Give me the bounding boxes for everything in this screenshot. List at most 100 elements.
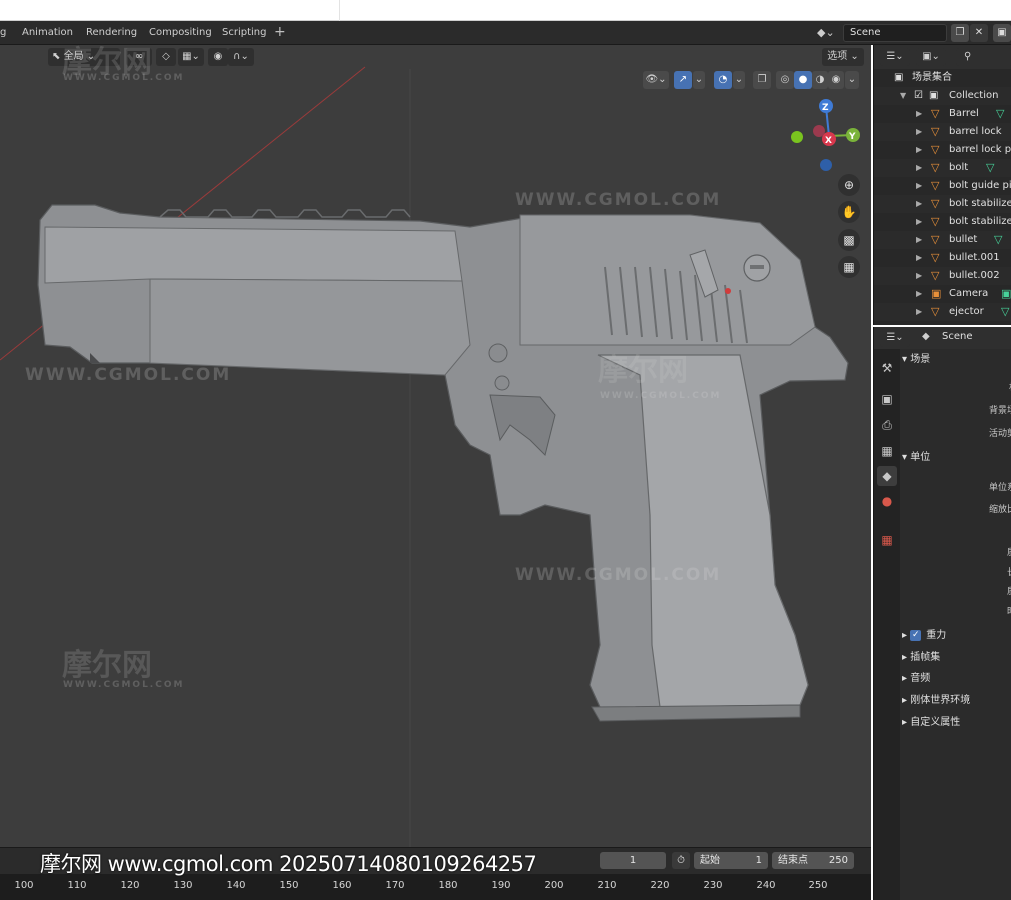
snap-icon[interactable]: ◇	[156, 48, 176, 66]
overlay-dropdown-icon[interactable]: ⌄	[733, 71, 745, 89]
current-frame-field[interactable]: 1	[600, 852, 666, 869]
start-frame-field[interactable]: 起始 1	[694, 852, 768, 869]
list-item[interactable]: ▶ ▽ bolt stabilizer	[874, 195, 1011, 213]
tab-tool-icon[interactable]: ⚒	[877, 358, 897, 378]
list-item[interactable]: ▶ ▽ bolt ▽	[874, 159, 1011, 177]
new-scene-icon[interactable]: ❐	[951, 24, 969, 42]
expand-arrow-icon[interactable]: ▶	[916, 141, 922, 159]
add-workspace-button[interactable]: +	[274, 24, 286, 42]
outliner-root[interactable]: ▣ 场景集合	[874, 69, 1011, 87]
tab-world-icon[interactable]: ●	[877, 491, 897, 511]
list-item[interactable]: ▶ ▽ bullet.002	[874, 267, 1011, 285]
navigation-gizmo[interactable]: Z Y X	[791, 99, 860, 171]
frame-tick: 190	[491, 880, 511, 891]
panel-units[interactable]: ▾ 单位	[902, 448, 930, 468]
list-item[interactable]: ▶ ▽ bullet.001	[874, 249, 1011, 267]
frame-tick: 160	[332, 880, 352, 891]
tab-view-layer-icon[interactable]: ▦	[877, 441, 897, 461]
expand-arrow-icon[interactable]: ▶	[916, 195, 922, 213]
expand-arrow-icon[interactable]: ▶	[916, 249, 922, 267]
overlay-toggle-icon[interactable]: ◔	[714, 71, 732, 89]
3d-viewport[interactable]: Z Y X ⬉ 全局 ⌄ ∞ ◇ ▦⌄ ◉ ∩⌄ 选项 ⌄ 👁⌄ ↗ ⌄ ◔ ⌄…	[0, 45, 871, 847]
material-shading-icon[interactable]: ◑	[812, 71, 828, 89]
panel-custom-properties[interactable]: ▸ 自定义属性	[902, 713, 960, 733]
solid-shading-icon[interactable]: ●	[794, 71, 812, 89]
outliner-collection[interactable]: ▼ ☑ ▣ Collection	[874, 87, 1011, 105]
expand-arrow-icon[interactable]: ▶	[916, 177, 922, 195]
tab-scene-icon[interactable]: ◆	[877, 466, 897, 486]
tab-scripting[interactable]: Scripting	[216, 24, 272, 42]
gizmo-neg-x-icon[interactable]	[813, 125, 825, 137]
gizmo-dropdown-icon[interactable]: ⌄	[693, 71, 705, 89]
tab-rendering[interactable]: Rendering	[80, 24, 143, 42]
filter-icon[interactable]: ▣⌄	[916, 48, 946, 66]
panel-rigid-body[interactable]: ▸ 刚体世界环境	[902, 691, 970, 711]
list-item[interactable]: ▶ ▽ Barrel ▽	[874, 105, 1011, 123]
panel-audio[interactable]: ▸ 音频	[902, 669, 930, 689]
gizmo-neg-z-icon[interactable]	[820, 159, 832, 171]
view-layer-icon[interactable]: ▣	[993, 24, 1011, 42]
collapse-arrow-icon: ▸	[902, 652, 908, 663]
list-item[interactable]: ▶ ▽ bolt guide pin	[874, 177, 1011, 195]
gizmo-neg-y-icon[interactable]	[791, 131, 803, 143]
list-item[interactable]: ▶ ▽ bolt stabilizer	[874, 213, 1011, 231]
zoom-icon[interactable]: ⊕	[838, 174, 860, 196]
list-item[interactable]: ▶ ▽ barrel lock pin	[874, 141, 1011, 159]
tab-output-icon[interactable]: ⎙	[877, 415, 897, 435]
list-item-label: barrel lock pin	[949, 144, 1011, 155]
options-dropdown[interactable]: 选项 ⌄	[822, 48, 864, 66]
expand-arrow-icon[interactable]: ▶	[916, 231, 922, 249]
mesh-object-icon: ▽	[931, 215, 940, 228]
scene-icon[interactable]: ◆⌄	[817, 25, 839, 41]
expand-arrow-icon[interactable]: ▶	[916, 159, 922, 177]
tab-texture-icon[interactable]: ▦	[877, 530, 897, 550]
expand-arrow-icon[interactable]: ▶	[916, 213, 922, 231]
pan-hand-icon[interactable]: ✋	[838, 201, 860, 223]
camera-view-icon[interactable]: ▩	[838, 229, 860, 251]
xray-icon[interactable]: ❐	[753, 71, 771, 89]
scene-name-field[interactable]: Scene	[843, 24, 947, 42]
list-item-label: ejector	[949, 306, 984, 317]
gizmo-z-label: Z	[822, 103, 829, 113]
panel-gravity[interactable]: ▸ ✓ 重力	[902, 626, 946, 646]
expand-arrow-icon[interactable]: ▶	[916, 303, 922, 321]
tab-render-icon[interactable]: ▣	[877, 389, 897, 409]
snap-target-icon[interactable]: ▦⌄	[178, 48, 204, 66]
list-item[interactable]: ▶ ▽ barrel lock	[874, 123, 1011, 141]
rendered-shading-icon[interactable]: ◉	[828, 71, 844, 89]
checkbox-icon[interactable]: ☑	[914, 87, 923, 105]
list-item-label: Barrel	[949, 108, 979, 119]
expand-arrow-icon[interactable]: ▶	[916, 123, 922, 141]
gravity-checkbox[interactable]: ✓	[910, 629, 922, 641]
tab-layout[interactable]: g	[0, 24, 12, 42]
mesh-object-icon: ▽	[931, 305, 940, 318]
panel-scene[interactable]: ▾ 场景	[902, 350, 930, 370]
proportional-edit-icon[interactable]: ◉	[208, 48, 228, 66]
end-frame-field[interactable]: 结束点 250	[772, 852, 854, 869]
stopwatch-icon[interactable]: ⏱	[672, 852, 690, 869]
frame-tick: 140	[226, 880, 246, 891]
expand-arrow-icon[interactable]: ▼	[900, 87, 906, 105]
watermark-text: WWW.CGMOL.COM	[63, 73, 185, 83]
expand-arrow-icon[interactable]: ▶	[916, 285, 922, 303]
display-mode-icon[interactable]: ☰⌄	[880, 48, 910, 66]
panel-keying-sets[interactable]: ▸ 插帧集	[902, 648, 940, 668]
perspective-grid-icon[interactable]: ▦	[838, 256, 860, 278]
list-item[interactable]: ▶ ▽ bullet ▽	[874, 231, 1011, 249]
outliner-search-icon[interactable]: ⚲	[956, 48, 1011, 66]
visibility-icon[interactable]: 👁⌄	[643, 71, 669, 89]
expand-arrow-icon[interactable]: ▶	[916, 267, 922, 285]
delete-scene-icon[interactable]: ✕	[970, 24, 988, 42]
wireframe-shading-icon[interactable]: ◎	[776, 71, 794, 89]
tab-compositing[interactable]: Compositing	[143, 24, 218, 42]
falloff-icon[interactable]: ∩⌄	[228, 48, 254, 66]
shading-dropdown-icon[interactable]: ⌄	[845, 71, 859, 89]
list-item[interactable]: ▶ ▣ Camera ▣	[874, 285, 1011, 303]
list-item-label: barrel lock	[949, 126, 1002, 137]
expand-arrow-icon[interactable]: ▶	[916, 105, 922, 123]
frame-tick: 150	[279, 880, 299, 891]
list-item[interactable]: ▶ ▽ ejector ▽	[874, 303, 1011, 321]
gizmo-toggle-icon[interactable]: ↗	[674, 71, 692, 89]
editor-type-icon[interactable]: ☰⌄	[880, 329, 910, 347]
tab-animation[interactable]: Animation	[16, 24, 79, 42]
